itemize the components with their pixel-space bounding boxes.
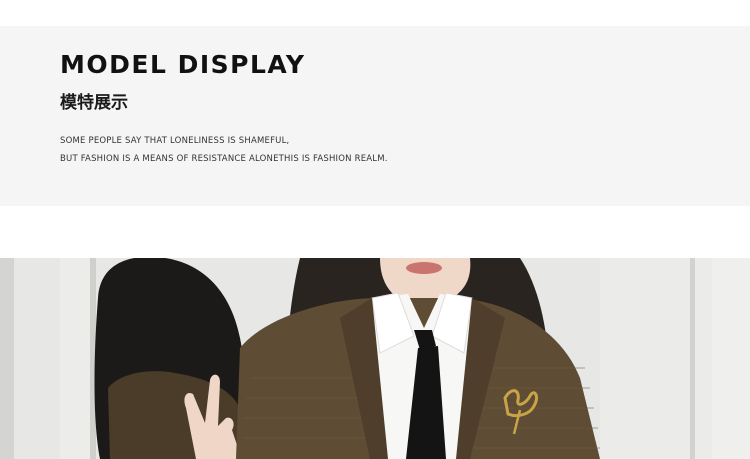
section-title: MODEL DISPLAY xyxy=(60,50,306,79)
model-photo xyxy=(0,258,750,459)
section-subtitle: 模特展示 xyxy=(60,93,128,113)
description-line-1: SOME PEOPLE SAY THAT LONELINESS IS SHAME… xyxy=(60,136,290,146)
section-description: SOME PEOPLE SAY THAT LONELINESS IS SHAME… xyxy=(60,132,388,168)
model-display-banner: MODEL DISPLAY 模特展示 SOME PEOPLE SAY THAT … xyxy=(0,26,750,206)
top-spacer xyxy=(0,0,750,26)
section-gap xyxy=(0,206,750,258)
description-line-2: BUT FASHION IS A MEANS OF RESISTANCE ALO… xyxy=(60,154,388,164)
